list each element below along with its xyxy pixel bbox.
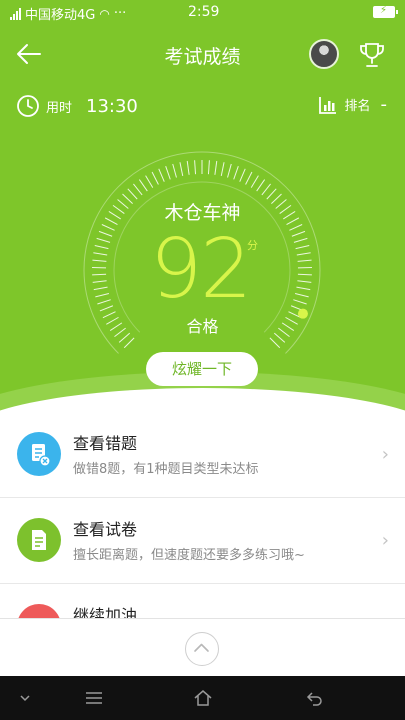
user-avatar[interactable]: [309, 39, 339, 69]
system-nav-bar: [0, 676, 405, 720]
item-subtitle: 做错8题，有1种题目类型未达标: [73, 462, 259, 477]
share-button[interactable]: 炫耀一下: [146, 352, 258, 386]
scroll-up-button[interactable]: [185, 632, 219, 666]
trophy-icon[interactable]: [357, 40, 387, 70]
wifi-icon: ◠: [99, 6, 110, 21]
carrier-text: 中国移动4G: [25, 8, 96, 23]
app-bar: 考试成绩: [0, 30, 405, 78]
chevron-up-icon: [194, 643, 209, 652]
time-used: 用时 13:30: [16, 94, 138, 118]
time-value: 13:30: [86, 95, 138, 117]
rank-label: 排名: [344, 99, 371, 114]
time-label: 用时: [46, 100, 73, 116]
exam-paper-icon: [17, 518, 61, 562]
page-title: 考试成绩: [164, 46, 241, 68]
menu-icon[interactable]: [84, 688, 104, 708]
chevron-right-icon: ›: [381, 530, 389, 551]
status-bar: 中国移动4G ◠ ··· 2:59 ⚡: [0, 0, 405, 26]
score-unit: 分: [247, 239, 258, 252]
pass-status: 合格: [186, 317, 219, 336]
signal-icon: [10, 7, 21, 20]
back-icon[interactable]: [304, 688, 324, 708]
item-subtitle: 擅长距离题，但速度题还要多多练习哦~: [73, 548, 305, 563]
item-title: 查看错题: [73, 434, 138, 453]
list-item-exam-paper[interactable]: 查看试卷 擅长距离题，但速度题还要多多练习哦~ ›: [0, 498, 405, 584]
clock-icon: [17, 95, 39, 117]
home-icon[interactable]: [193, 688, 213, 708]
rank-value: -: [380, 94, 388, 115]
battery-icon: ⚡: [373, 5, 398, 18]
score-value: 92: [150, 222, 252, 317]
rank-info: 排名 -: [318, 94, 387, 115]
more-dots: ···: [113, 6, 127, 21]
item-title: 查看试卷: [73, 520, 138, 539]
clock-text: 2:59: [188, 4, 220, 20]
chevron-right-icon: ›: [381, 444, 389, 465]
bar-chart-icon: [319, 96, 337, 114]
bottom-panel: [0, 618, 405, 676]
chevron-down-icon[interactable]: [18, 688, 32, 708]
wrong-questions-icon: [17, 432, 61, 476]
list-item-wrong-questions[interactable]: 查看错题 做错8题，有1种题目类型未达标 ›: [0, 412, 405, 498]
user-title: 木仓车神: [164, 202, 241, 224]
